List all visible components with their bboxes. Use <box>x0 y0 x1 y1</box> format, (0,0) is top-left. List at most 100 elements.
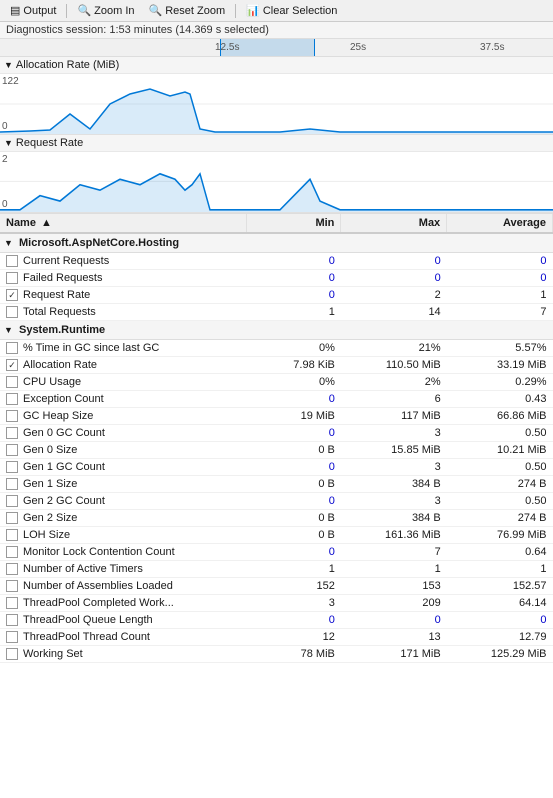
col-header-max[interactable]: Max <box>341 214 447 233</box>
request-rate-chart-body[interactable]: 2 0 <box>0 152 553 212</box>
table-row[interactable]: Total Requests 1 14 7 <box>0 304 553 321</box>
row-max-value: 384 B <box>341 476 447 493</box>
row-checkbox[interactable] <box>6 478 18 490</box>
table-row[interactable]: Monitor Lock Contention Count 0 7 0.64 <box>0 544 553 561</box>
row-checkbox[interactable] <box>6 563 18 575</box>
row-checkbox[interactable] <box>6 495 18 507</box>
request-rate-svg <box>0 152 553 212</box>
table-row[interactable]: Gen 0 GC Count 0 3 0.50 <box>0 425 553 442</box>
col-min-label: Min <box>315 217 334 229</box>
row-checkbox[interactable] <box>6 461 18 473</box>
table-row[interactable]: Failed Requests 0 0 0 <box>0 270 553 287</box>
zoom-in-button[interactable]: 🔍 Zoom In <box>71 2 140 19</box>
table-row[interactable]: Current Requests 0 0 0 <box>0 253 553 270</box>
row-min-value: 78 MiB <box>247 646 341 663</box>
row-checkbox[interactable] <box>6 255 18 267</box>
output-icon: ▤ <box>10 4 20 17</box>
row-name-cell: Allocation Rate <box>0 357 247 374</box>
row-name-label: % Time in GC since last GC <box>23 342 159 354</box>
clear-selection-icon: 📊 <box>246 4 260 17</box>
table-row[interactable]: Request Rate 0 2 1 <box>0 287 553 304</box>
output-button[interactable]: ▤ Output <box>4 2 62 19</box>
row-name-label: Gen 2 GC Count <box>23 495 105 507</box>
group-name: System.Runtime <box>19 324 105 336</box>
row-max-value: 117 MiB <box>341 408 447 425</box>
table-row[interactable]: Allocation Rate 7.98 KiB 110.50 MiB 33.1… <box>0 357 553 374</box>
group-header-cell: ▼ Microsoft.AspNetCore.Hosting <box>0 233 553 253</box>
request-rate-labels: 2 0 <box>2 154 8 210</box>
row-name-cell: Gen 0 GC Count <box>0 425 247 442</box>
row-max-value: 3 <box>341 425 447 442</box>
allocation-rate-title: Allocation Rate (MiB) <box>16 59 119 71</box>
group-row[interactable]: ▼ Microsoft.AspNetCore.Hosting <box>0 233 553 253</box>
table-row[interactable]: CPU Usage 0% 2% 0.29% <box>0 374 553 391</box>
row-checkbox[interactable] <box>6 631 18 643</box>
col-header-name[interactable]: Name ▲ <box>0 214 247 233</box>
table-row[interactable]: ThreadPool Queue Length 0 0 0 <box>0 612 553 629</box>
row-min-value: 7.98 KiB <box>247 357 341 374</box>
row-name-label: Gen 1 GC Count <box>23 461 105 473</box>
table-row[interactable]: GC Heap Size 19 MiB 117 MiB 66.86 MiB <box>0 408 553 425</box>
row-max-value: 110.50 MiB <box>341 357 447 374</box>
row-min-value: 1 <box>247 304 341 321</box>
row-checkbox[interactable] <box>6 597 18 609</box>
row-checkbox[interactable] <box>6 376 18 388</box>
row-name-label: Gen 2 Size <box>23 512 77 524</box>
row-checkbox[interactable] <box>6 427 18 439</box>
row-max-value: 3 <box>341 493 447 510</box>
col-header-average[interactable]: Average <box>447 214 553 233</box>
row-avg-value: 274 B <box>447 476 553 493</box>
table-row[interactable]: Gen 2 GC Count 0 3 0.50 <box>0 493 553 510</box>
row-checkbox[interactable] <box>6 648 18 660</box>
row-name-cell: Gen 2 GC Count <box>0 493 247 510</box>
col-header-min[interactable]: Min <box>247 214 341 233</box>
row-checkbox[interactable] <box>6 342 18 354</box>
table-row[interactable]: % Time in GC since last GC 0% 21% 5.57% <box>0 340 553 357</box>
allocation-rate-chart-body[interactable]: 122 0 <box>0 74 553 134</box>
row-min-value: 0 <box>247 253 341 270</box>
table-row[interactable]: Exception Count 0 6 0.43 <box>0 391 553 408</box>
table-row[interactable]: Gen 1 GC Count 0 3 0.50 <box>0 459 553 476</box>
group-row[interactable]: ▼ System.Runtime <box>0 321 553 340</box>
row-checkbox[interactable] <box>6 306 18 318</box>
row-max-value: 7 <box>341 544 447 561</box>
row-name-cell: Total Requests <box>0 304 247 321</box>
clear-selection-button[interactable]: 📊 Clear Selection <box>240 2 343 19</box>
row-max-value: 15.85 MiB <box>341 442 447 459</box>
table-row[interactable]: Number of Assemblies Loaded 152 153 152.… <box>0 578 553 595</box>
row-name-label: CPU Usage <box>23 376 81 388</box>
row-checkbox[interactable] <box>6 272 18 284</box>
row-name-cell: % Time in GC since last GC <box>0 340 247 357</box>
row-checkbox[interactable] <box>6 289 18 301</box>
collapse-triangle-req[interactable]: ▼ <box>4 138 13 148</box>
collapse-triangle-alloc[interactable]: ▼ <box>4 60 13 70</box>
table-row[interactable]: Gen 1 Size 0 B 384 B 274 B <box>0 476 553 493</box>
table-row[interactable]: LOH Size 0 B 161.36 MiB 76.99 MiB <box>0 527 553 544</box>
reset-zoom-button[interactable]: 🔍 Reset Zoom <box>143 2 232 19</box>
timeline-ruler[interactable]: 12.5s 25s 37.5s <box>0 39 553 57</box>
row-max-value: 2% <box>341 374 447 391</box>
row-checkbox[interactable] <box>6 546 18 558</box>
allocation-rate-svg <box>0 74 553 134</box>
row-checkbox[interactable] <box>6 580 18 592</box>
output-label: Output <box>23 5 56 17</box>
table-row[interactable]: Gen 2 Size 0 B 384 B 274 B <box>0 510 553 527</box>
table-row[interactable]: Gen 0 Size 0 B 15.85 MiB 10.21 MiB <box>0 442 553 459</box>
table-row[interactable]: Working Set 78 MiB 171 MiB 125.29 MiB <box>0 646 553 663</box>
row-checkbox[interactable] <box>6 512 18 524</box>
table-row[interactable]: ThreadPool Completed Work... 3 209 64.14 <box>0 595 553 612</box>
row-checkbox[interactable] <box>6 393 18 405</box>
group-header-cell: ▼ System.Runtime <box>0 321 553 340</box>
row-checkbox[interactable] <box>6 359 18 371</box>
row-checkbox[interactable] <box>6 529 18 541</box>
table-row[interactable]: ThreadPool Thread Count 12 13 12.79 <box>0 629 553 646</box>
row-avg-value: 125.29 MiB <box>447 646 553 663</box>
row-name-label: Monitor Lock Contention Count <box>23 546 175 558</box>
row-min-value: 0 B <box>247 476 341 493</box>
row-checkbox[interactable] <box>6 614 18 626</box>
row-checkbox[interactable] <box>6 444 18 456</box>
req-min-label: 0 <box>2 199 8 210</box>
row-checkbox[interactable] <box>6 410 18 422</box>
row-avg-value: 0 <box>447 253 553 270</box>
table-row[interactable]: Number of Active Timers 1 1 1 <box>0 561 553 578</box>
